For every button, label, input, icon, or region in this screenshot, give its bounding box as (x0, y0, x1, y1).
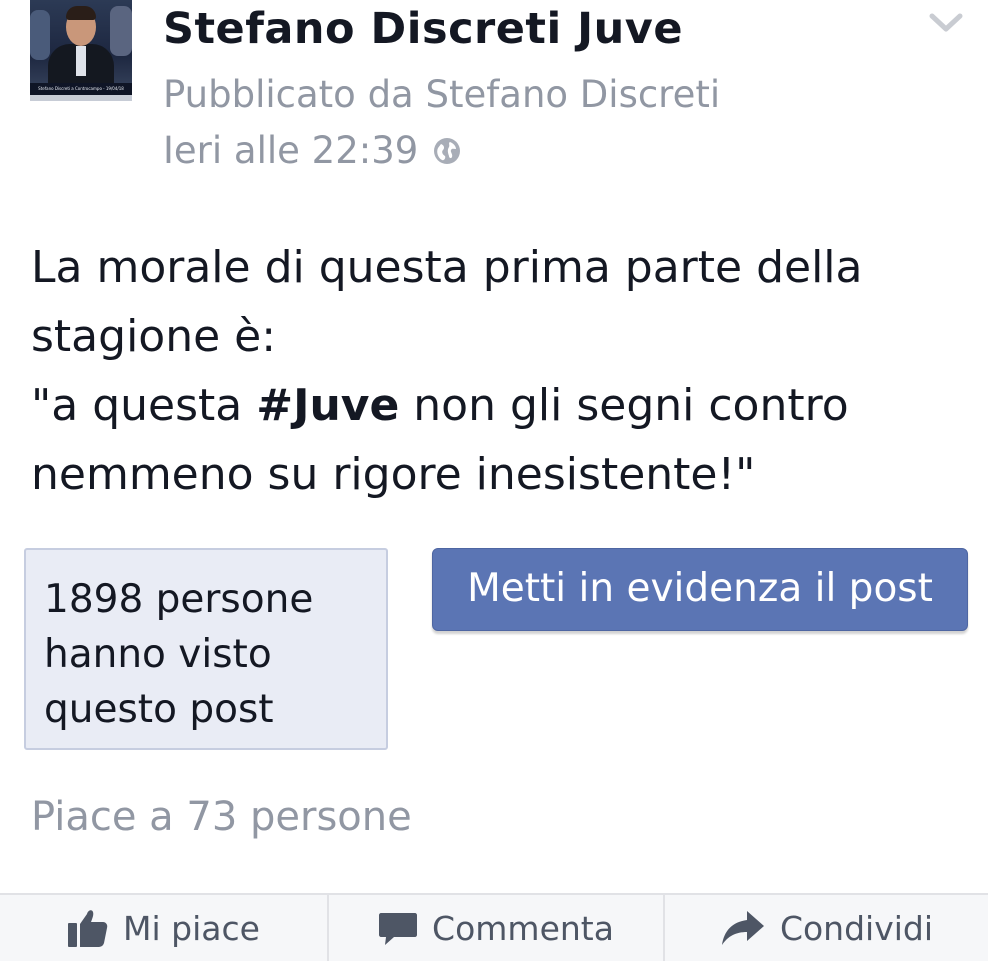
share-arrow-icon (721, 911, 764, 945)
post-meta: Ieri alle 22:39 (163, 129, 462, 172)
avatar-caption: Stefano Discreti a Controcampo - 19/04/1… (30, 83, 132, 95)
globe-icon (434, 137, 461, 164)
reach-text: 1898 persone hanno visto questo post (44, 577, 314, 732)
hashtag-link[interactable]: #Juve (256, 380, 399, 431)
like-button[interactable]: Mi piace (0, 895, 329, 961)
like-label: Mi piace (123, 908, 260, 948)
timestamp[interactable]: Ieri alle 22:39 (163, 129, 418, 172)
post-text: La morale di questa prima parte della st… (31, 233, 961, 509)
boost-post-button[interactable]: Metti in evidenza il post (432, 548, 968, 631)
comment-bubble-icon (379, 913, 418, 945)
comment-button[interactable]: Commenta (329, 895, 665, 961)
thumbs-up-icon (68, 910, 108, 947)
post-avatar[interactable]: Stefano Discreti a Controcampo - 19/04/1… (30, 0, 132, 101)
likes-summary[interactable]: Piace a 73 persone (31, 794, 412, 840)
comment-label: Commenta (432, 908, 614, 948)
post-reach-box[interactable]: 1898 persone hanno visto questo post (24, 548, 388, 750)
post-text-line1: La morale di questa prima parte della st… (31, 242, 863, 362)
share-button[interactable]: Condividi (665, 895, 988, 961)
chevron-down-icon[interactable] (928, 8, 964, 36)
page-name[interactable]: Stefano Discreti Juve (163, 4, 683, 54)
published-by: Pubblicato da Stefano Discreti (163, 73, 721, 116)
action-bar: Mi piace Commenta Condividi (0, 893, 988, 961)
post-text-quote-open: "a questa (31, 380, 257, 431)
share-label: Condividi (779, 908, 934, 948)
